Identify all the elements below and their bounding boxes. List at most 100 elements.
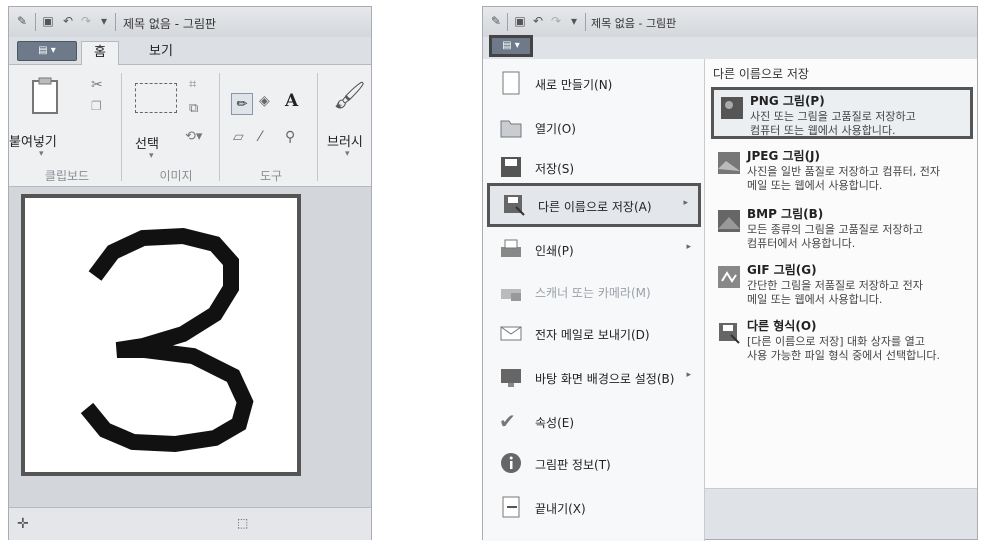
toolbar-separator [585, 13, 586, 31]
menu-item-new[interactable]: 새로 만들기(N) [487, 63, 701, 103]
format-description: 메일 또는 웹에서 사용합니다. [747, 179, 883, 192]
save-as-gif[interactable]: GIF 그림(G) 간단한 그림을 저품질로 저장하고 전자 메일 또는 웹에서… [711, 259, 973, 311]
drawing-canvas[interactable] [21, 194, 301, 476]
toolbar-separator [115, 13, 116, 31]
toolbar-separator [35, 13, 36, 31]
menu-item-label: 그림판 정보(T) [535, 458, 611, 472]
handwritten-digit-drawing [80, 227, 254, 453]
menu-item-label: 열기(O) [535, 122, 576, 136]
paint-app-icon: ✎ [16, 14, 28, 28]
menu-item-label: 저장(S) [535, 162, 575, 176]
pencil-icon[interactable]: ✏ [231, 93, 253, 115]
selection-size-icon: ⬚ [237, 516, 249, 530]
cut-icon[interactable]: ✂ [91, 77, 103, 93]
brush-icon[interactable]: 🖌 [333, 81, 366, 111]
status-bar: ✛ ⬚ [9, 507, 371, 540]
menu-item-save-as[interactable]: 다른 이름으로 저장(A) ▸ [487, 183, 701, 227]
chevron-down-icon[interactable]: ▾ [345, 149, 350, 159]
paste-label[interactable]: 붙여넣기 [9, 131, 57, 150]
open-folder-icon [500, 120, 522, 138]
format-description: 컴퓨터에서 사용합니다. [747, 237, 856, 250]
save-icon[interactable]: ▣ [513, 14, 527, 28]
format-name: JPEG 그림(J) [747, 149, 820, 163]
menu-item-scanner[interactable]: 스캐너 또는 카메라(M) [487, 271, 701, 311]
bmp-image-icon [718, 210, 740, 232]
submenu-arrow-icon: ▸ [686, 370, 691, 380]
paint-menu-button[interactable]: ▤ ▾ [489, 35, 533, 57]
printer-icon [501, 239, 521, 257]
menu-item-set-desktop[interactable]: 바탕 화면 배경으로 설정(B) ▸ [487, 357, 701, 397]
paint-app-icon: ✎ [490, 14, 502, 28]
tab-view[interactable]: 보기 [137, 41, 185, 65]
crop-icon[interactable]: ⌗ [189, 77, 196, 92]
menu-item-exit[interactable]: 끝내기(X) [487, 487, 701, 527]
save-as-icon [504, 195, 525, 216]
format-description: 사용 가능한 파일 형식 중에서 선택합니다. [747, 349, 941, 362]
group-label-image: 이미지 [159, 169, 193, 183]
toolbar-separator [507, 13, 508, 31]
brush-label[interactable]: 브러시 [327, 131, 363, 150]
clipboard-icon [32, 77, 58, 114]
undo-icon[interactable]: ↶ [531, 14, 545, 28]
customize-quick-access-icon[interactable]: ▾ [567, 14, 581, 28]
select-icon[interactable] [135, 83, 177, 113]
submenu-arrow-icon: ▸ [686, 242, 691, 252]
save-as-jpeg[interactable]: JPEG 그림(J) 사진을 일반 품질로 저장하고 컴퓨터, 전자 메일 또는… [711, 145, 973, 197]
checkmark-icon: ✔ [499, 409, 516, 433]
group-divider [219, 73, 220, 181]
menu-item-email[interactable]: 전자 메일로 보내기(D) [487, 313, 701, 353]
menu-item-label: 다른 이름으로 저장(A) [538, 200, 652, 214]
save-icon[interactable]: ▣ [41, 14, 55, 28]
copy-icon[interactable]: ❐ [91, 99, 102, 113]
window-title: 제목 없음 - 그림판 [591, 17, 677, 30]
color-picker-icon[interactable]: ⁄ [259, 129, 261, 145]
redo-icon[interactable]: ↷ [79, 14, 93, 28]
menu-item-label: 인쇄(P) [535, 244, 574, 258]
group-label-clipboard: 클립보드 [44, 169, 90, 183]
customize-quick-access-icon[interactable]: ▾ [97, 14, 111, 28]
menu-item-label: 새로 만들기(N) [535, 78, 613, 92]
menu-item-label: 바탕 화면 배경으로 설정(B) [535, 372, 675, 386]
undo-icon[interactable]: ↶ [61, 14, 75, 28]
title-bar: ✎ ▣ ↶ ↷ ▾ 제목 없음 - 그림판 [9, 7, 371, 37]
menu-item-label: 전자 메일로 보내기(D) [535, 328, 650, 342]
select-label[interactable]: 선택 [135, 133, 159, 152]
eraser-icon[interactable]: ▱ [233, 129, 244, 145]
info-icon [501, 453, 521, 473]
save-as-other-format[interactable]: 다른 형식(O) [다른 이름으로 저장] 대화 상자를 열고 사용 가능한 파… [711, 315, 973, 367]
magnifier-icon[interactable]: ⚲ [285, 129, 295, 145]
window-title: 제목 없음 - 그림판 [123, 17, 217, 31]
menu-item-label: 스캐너 또는 카메라(M) [535, 286, 651, 300]
fill-icon[interactable]: ◈ [259, 93, 270, 109]
paste-button[interactable] [27, 77, 63, 117]
rotate-icon[interactable]: ⟲▾ [185, 129, 202, 144]
save-as-png[interactable]: PNG 그림(P) 사진 또는 그림을 고품질로 저장하고 컴퓨터 또는 웹에서… [711, 87, 973, 139]
submenu-heading: 다른 이름으로 저장 [713, 67, 809, 81]
desktop-background-icon [501, 369, 521, 387]
new-file-icon [502, 71, 520, 95]
save-as-bmp[interactable]: BMP 그림(B) 모든 종류의 그림을 고품질로 저장하고 컴퓨터에서 사용합… [711, 203, 973, 255]
other-format-icon [719, 323, 740, 344]
group-divider [317, 73, 318, 181]
redo-icon[interactable]: ↷ [549, 14, 563, 28]
resize-icon[interactable]: ⧉ [189, 101, 198, 116]
menu-item-about[interactable]: 그림판 정보(T) [487, 443, 701, 483]
chevron-down-icon[interactable]: ▾ [149, 151, 154, 161]
menu-item-properties[interactable]: ✔ 속성(E) [487, 401, 701, 441]
menu-item-print[interactable]: 인쇄(P) ▸ [487, 229, 701, 269]
text-icon[interactable]: A [285, 91, 298, 111]
menu-item-open[interactable]: 열기(O) [487, 107, 701, 147]
gif-image-icon [718, 266, 740, 288]
email-icon [500, 326, 522, 341]
group-label-tools: 도구 [259, 169, 283, 183]
submenu-arrow-icon: ▸ [683, 198, 688, 208]
save-icon [501, 157, 521, 177]
paint-window: ✎ ▣ ↶ ↷ ▾ 제목 없음 - 그림판 ▤ ▾ 홈 보기 붙여넣기 ▾ ✂ … [8, 6, 372, 540]
menu-item-save[interactable]: 저장(S) [487, 147, 701, 187]
menu-item-label: 끝내기(X) [535, 502, 586, 516]
format-name: PNG 그림(P) [750, 94, 825, 108]
tab-home[interactable]: 홈 [81, 41, 119, 65]
paint-menu-button[interactable]: ▤ ▾ [17, 41, 77, 61]
chevron-down-icon[interactable]: ▾ [39, 149, 44, 159]
scanner-icon [501, 289, 521, 301]
